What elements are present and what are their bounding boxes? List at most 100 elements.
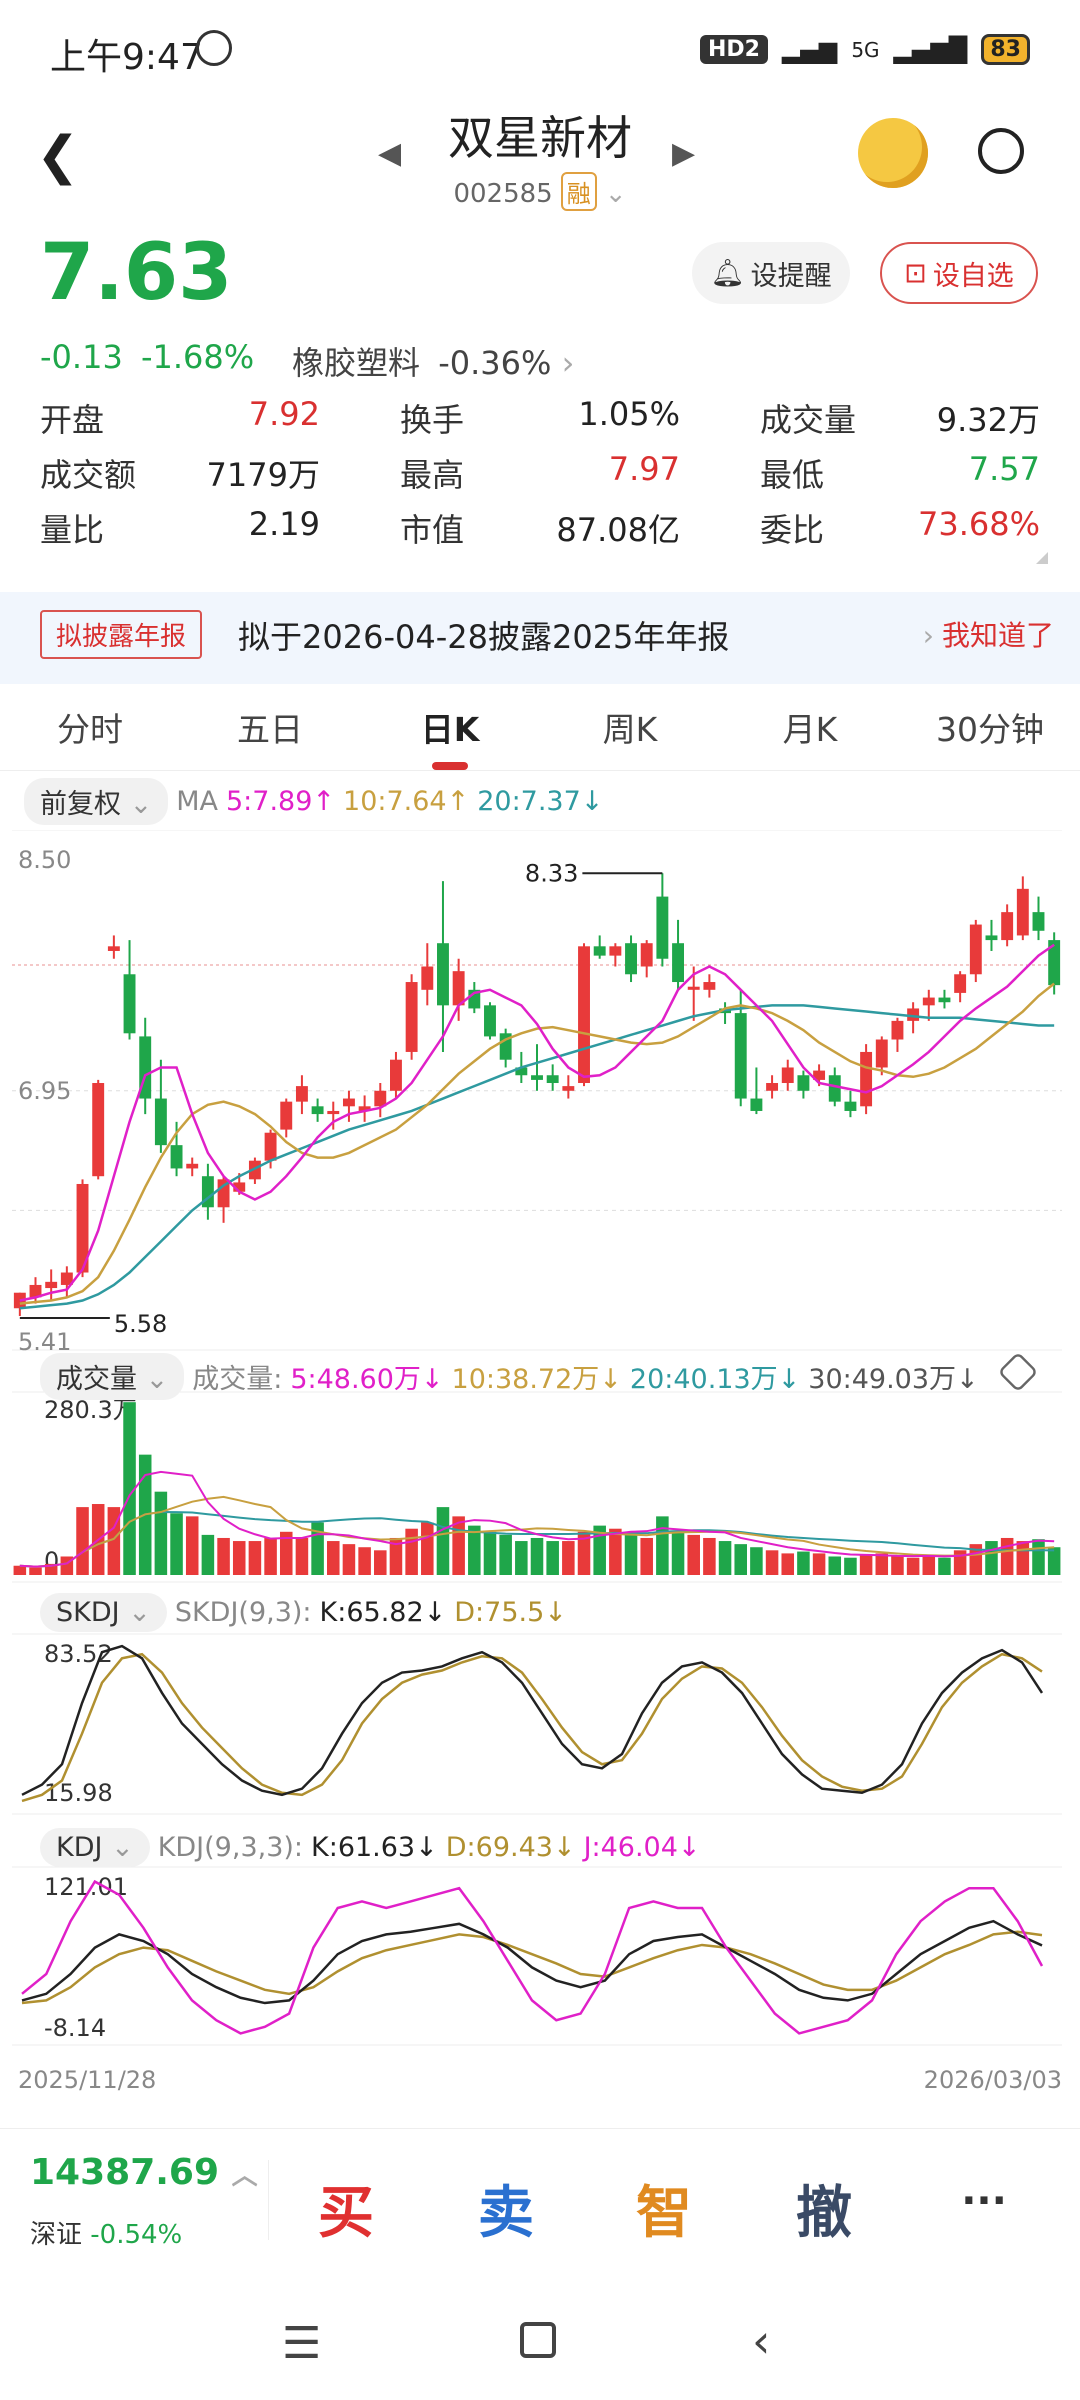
- kdj-selector[interactable]: KDJ ⌄: [40, 1828, 150, 1867]
- candle: [860, 1051, 873, 1107]
- mascot-icon[interactable]: [858, 118, 928, 188]
- volume-bar: [922, 1556, 936, 1575]
- vol10-value: 10:38.72万↓: [451, 1364, 622, 1395]
- kdj-indicator-row: KDJ ⌄ KDJ(9,3,3): K:61.63↓ D:69.43↓ J:46…: [40, 1828, 701, 1867]
- chevron-down-icon[interactable]: ⌄: [605, 179, 627, 209]
- candle: [107, 946, 120, 951]
- volume-bar: [154, 1491, 168, 1575]
- tab-period[interactable]: 30分钟: [900, 690, 1080, 770]
- smart-button[interactable]: 智: [604, 2168, 724, 2249]
- sector-link[interactable]: 橡胶塑料 -0.36% ›: [292, 338, 574, 384]
- quote-value: 7179万: [206, 456, 320, 494]
- status-icons: HD2 ▂▄▆ 5G ▂▄▆█ 83: [699, 34, 1030, 65]
- candle: [280, 1101, 293, 1130]
- volume-bar: [499, 1534, 512, 1575]
- add-watchlist-button[interactable]: ⊡ 设自选: [880, 242, 1038, 304]
- candle: [123, 974, 136, 1034]
- volume-bar: [264, 1537, 277, 1575]
- candle: [985, 935, 998, 941]
- set-alert-button[interactable]: 🔔︎ 设提醒: [692, 242, 850, 304]
- search-icon[interactable]: [978, 128, 1024, 174]
- chart-area[interactable]: 8.506.955.418.335.58280.3万083.5215.98121…: [0, 830, 1080, 2080]
- menu-icon[interactable]: ☰: [282, 2318, 321, 2369]
- signal-icon: ▂▄▆: [781, 35, 838, 64]
- quote-value: 73.68%: [917, 505, 1040, 543]
- ma5-line: [19, 943, 1055, 1302]
- cancel-order-button[interactable]: 撤: [764, 2168, 884, 2249]
- index-name-row: 深证 -0.54%: [30, 2214, 182, 2251]
- vol5-value: 5:48.60万↓: [290, 1364, 444, 1395]
- volume-bar: [201, 1534, 215, 1575]
- candle: [734, 1013, 747, 1099]
- candle: [342, 1098, 355, 1107]
- current-price: 7.63: [40, 228, 233, 318]
- candle: [656, 896, 669, 959]
- candle: [186, 1163, 199, 1169]
- low-label: 5.58: [114, 1310, 167, 1338]
- quote-value: 7.97: [608, 450, 680, 488]
- volume-bar: [750, 1547, 763, 1575]
- quote-label: 最低: [760, 456, 825, 494]
- change-value: -0.13: [40, 338, 123, 376]
- volume-bar: [703, 1537, 716, 1575]
- volume-selector[interactable]: 成交量 ⌄: [40, 1353, 185, 1400]
- candle: [154, 1098, 167, 1146]
- candle: [531, 1075, 543, 1080]
- kdj-d-value: D:69.43↓: [445, 1832, 576, 1863]
- chevron-down-icon: ⌄: [129, 789, 153, 820]
- y-tick-label: 5.41: [18, 1328, 71, 1356]
- tab-period[interactable]: 日K: [360, 690, 540, 770]
- volume-bar: [797, 1551, 810, 1575]
- candle: [922, 997, 935, 1006]
- skdj-k-value: K:65.82↓: [319, 1597, 447, 1628]
- system-nav-bar: ☰ ‹: [0, 2278, 1080, 2400]
- volume-bar: [170, 1513, 183, 1575]
- hd-badge: HD2: [699, 35, 768, 64]
- candle: [421, 966, 434, 990]
- adjust-selector[interactable]: 前复权 ⌄: [24, 778, 169, 825]
- volume-bar: [812, 1553, 826, 1575]
- sell-button[interactable]: 卖: [446, 2168, 566, 2249]
- volume-bar: [938, 1557, 951, 1575]
- skdj-label: SKDJ(9,3):: [174, 1597, 312, 1628]
- home-icon[interactable]: [520, 2322, 556, 2358]
- y-tick-label: 8.50: [18, 846, 71, 874]
- candle: [92, 1083, 105, 1177]
- volume-bar: [891, 1556, 904, 1575]
- candle: [45, 1281, 58, 1289]
- tab-period[interactable]: 周K: [540, 690, 720, 770]
- volume-bar: [13, 1565, 27, 1575]
- chevron-down-icon: ⌄: [128, 1597, 151, 1628]
- more-button[interactable]: ···: [924, 2178, 1044, 2224]
- divider: [268, 2160, 269, 2240]
- volume-bar: [405, 1528, 418, 1575]
- expand-corner-icon[interactable]: [1036, 552, 1048, 564]
- battery-icon: 83: [981, 34, 1030, 65]
- tab-period[interactable]: 分时: [0, 690, 180, 770]
- volume-bar: [656, 1516, 669, 1575]
- candle: [437, 943, 449, 1006]
- candle: [797, 1075, 810, 1091]
- volume-bar: [875, 1553, 889, 1575]
- notice-tag: 拟披露年报: [40, 610, 203, 659]
- index-value[interactable]: 14387.69 ︿: [30, 2152, 258, 2193]
- notice-dismiss-button[interactable]: › 我知道了: [923, 614, 1054, 654]
- volume-bar: [687, 1534, 700, 1575]
- volume-bar: [1032, 1539, 1045, 1575]
- volume-bar: [1016, 1541, 1030, 1575]
- candle: [891, 1020, 904, 1040]
- tab-period[interactable]: 月K: [720, 690, 900, 770]
- bell-icon: 🔔︎: [710, 258, 745, 289]
- adjust-label: 前复权: [40, 789, 121, 820]
- tab-period[interactable]: 五日: [180, 690, 360, 770]
- candle: [954, 974, 967, 993]
- candle: [969, 924, 982, 975]
- candle: [938, 997, 951, 1003]
- period-tabs: 分时 五日 日K 周K 月K 30分钟: [0, 690, 1080, 770]
- skdj-k-line: [21, 1644, 1044, 1797]
- skdj-selector[interactable]: SKDJ ⌄: [40, 1593, 167, 1632]
- back-nav-icon[interactable]: ‹: [752, 2314, 770, 2368]
- buy-button[interactable]: 买: [286, 2168, 406, 2249]
- x-start-date: 2025/11/28: [18, 2066, 157, 2094]
- notice-dismiss-label: 我知道了: [941, 619, 1054, 652]
